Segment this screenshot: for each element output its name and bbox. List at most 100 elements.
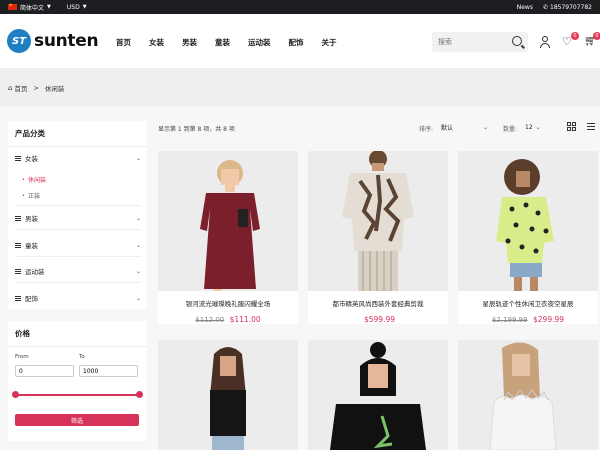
category-label: 运动装 [25,268,45,276]
category-men[interactable]: 男装 ⌄ [15,213,141,223]
model-figure [489,342,557,450]
search-icon[interactable] [512,36,522,46]
price-from-input[interactable] [15,365,74,377]
nav-women[interactable]: 女装 [149,37,164,48]
nav-kids[interactable]: 童装 [215,37,230,48]
product-card[interactable] [458,340,598,450]
product-price: $112.00 $111.00 [158,315,298,324]
subcategory-casual[interactable]: 休闲装 [22,175,46,184]
wishlist-count-badge: 0 [571,32,579,40]
quantity-label: 数量: [503,126,518,133]
category-label: 童装 [25,242,38,250]
nav-men[interactable]: 男装 [182,37,197,48]
grid-view-icon[interactable] [567,122,576,131]
product-image[interactable] [158,340,298,450]
model-figure [496,159,554,291]
category-women[interactable]: 女装 ⌄ [15,153,141,163]
menu-icon [15,242,21,248]
sort-value: 默认 [441,124,454,132]
price-panel-title: 价格 [8,321,147,347]
product-price: $2,199.99 $299.99 [458,315,598,324]
product-name[interactable]: 星辰轨迹个性休闲卫衣夜空星辰 [458,298,598,308]
phone-icon: ✆ [542,3,548,11]
breadcrumb-home[interactable]: 首页 [14,83,27,93]
product-old-price: $2,199.99 [491,316,528,324]
category-label: 女装 [25,155,38,163]
product-image[interactable] [308,151,448,291]
breadcrumb: ⌂ 首页 > 休闲装 [8,83,64,93]
product-name[interactable]: 银河流光璀璨晚礼服闪耀全场 [158,298,298,308]
news-link[interactable]: News [517,4,533,11]
menu-icon [15,268,21,274]
chevron-down-icon[interactable]: ⌄ [136,295,141,302]
product-card[interactable] [158,340,298,450]
category-sportswear[interactable]: 运动装 ⌄ [15,266,141,276]
caret-down-icon: ▼ [82,4,87,10]
price-slider-track[interactable] [15,394,139,396]
nav-accessories[interactable]: 配饰 [289,37,304,48]
china-flag-icon [8,2,17,10]
nav-home[interactable]: 首页 [116,37,131,48]
chevron-down-icon[interactable]: ⌄ [136,242,141,249]
price-to-label: To [79,354,85,360]
quantity-select[interactable]: 12 ⌄ [525,121,545,133]
list-view-icon[interactable] [587,123,595,130]
product-card[interactable] [308,340,448,450]
cart-count-badge: 0 [593,32,600,40]
results-count: 显示第 1 到第 8 项，共 8 项 [158,126,235,133]
menu-icon [15,295,21,301]
category-kids[interactable]: 童装 ⌄ [15,240,141,250]
model-figure [200,160,260,291]
nav-sportswear[interactable]: 运动装 [248,37,271,48]
site-logo[interactable]: ST sunten [7,29,99,53]
currency-selector[interactable]: USD ▼ [67,4,87,11]
price-slider-min-handle[interactable] [12,391,19,398]
chevron-down-icon: ⌄ [482,123,488,131]
model-figure [210,347,246,450]
wishlist-heart-icon[interactable]: ♡ 0 [562,32,579,48]
chevron-down-icon[interactable]: ⌄ [136,215,141,222]
chevron-down-icon[interactable]: ⌄ [136,268,141,275]
category-label: 配饰 [25,295,38,303]
product-image[interactable] [458,151,598,291]
product-image[interactable] [158,151,298,291]
divider [15,229,141,230]
product-card[interactable]: 银河流光璀璨晚礼服闪耀全场 $112.00 $111.00 [158,151,298,324]
nav-about[interactable]: 关于 [322,37,337,48]
chevron-down-icon[interactable]: ⌄ [136,155,141,162]
product-current-price: $299.99 [533,315,565,324]
top-bar: 简体中文 ▼ USD ▼ News ✆ 18579707782 [0,0,600,14]
product-current-price: $111.00 [229,315,261,324]
search-input[interactable] [432,32,506,52]
product-name[interactable]: 都市精英风尚西装外套经典剪裁 [308,298,448,308]
user-icon[interactable] [539,36,551,48]
subcategory-formal[interactable]: 正装 [22,191,40,200]
breadcrumb-current: 休闲装 [44,85,65,93]
divider [15,256,141,257]
price-to-input[interactable] [79,365,138,377]
product-card[interactable]: 都市精英风尚西装外套经典剪裁 $599.99 [308,151,448,324]
main-nav: 首页 女装 男装 童装 运动装 配饰 关于 [116,37,355,48]
breadcrumb-separator: > [33,84,39,92]
product-image[interactable] [458,340,598,450]
language-selector[interactable]: 简体中文 [20,3,44,12]
product-image[interactable] [308,340,448,450]
quantity-value: 12 [525,123,533,131]
product-current-price: $599.99 [363,315,395,324]
filter-button[interactable]: 筛选 [15,414,139,426]
divider [15,205,141,206]
cart-icon[interactable]: 🛒︎ 0 [584,32,600,48]
price-slider-max-handle[interactable] [136,391,143,398]
home-icon[interactable]: ⌂ [8,84,12,92]
category-accessories[interactable]: 配饰 ⌄ [15,293,141,303]
breadcrumb-bar: ⌂ 首页 > 休闲装 [0,68,600,106]
search-box [432,32,528,52]
model-figure [330,342,426,450]
site-header: ST sunten 首页 女装 男装 童装 运动装 配饰 关于 ♡ 0 🛒︎ 0 [0,14,600,68]
product-card[interactable]: 星辰轨迹个性休闲卫衣夜空星辰 $2,199.99 $299.99 [458,151,598,324]
category-panel-title: 产品分类 [8,121,147,147]
logo-text: sunten [34,31,99,51]
phone-number[interactable]: 18579707782 [550,4,592,11]
sort-select[interactable]: 默认 ⌄ [441,121,488,133]
logo-mark: ST [7,29,31,53]
